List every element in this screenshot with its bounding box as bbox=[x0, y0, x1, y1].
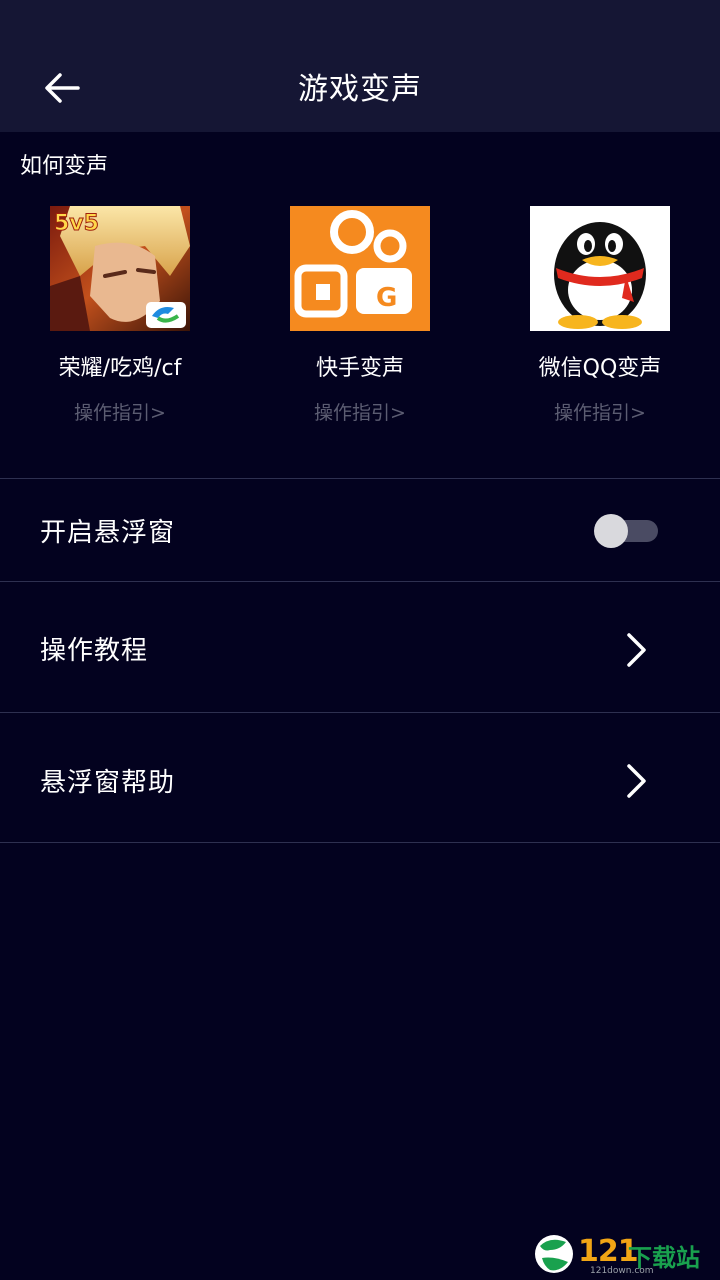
chevron-right-icon bbox=[620, 761, 652, 801]
top-bar: 游戏变声 bbox=[0, 0, 720, 132]
toggle-knob bbox=[594, 514, 628, 548]
guide-link[interactable]: 操作指引> bbox=[240, 398, 480, 425]
section-title-how: 如何变声 bbox=[20, 154, 109, 179]
divider bbox=[0, 581, 720, 582]
app-name: 荣耀/吃鸡/cf bbox=[58, 356, 182, 381]
divider bbox=[0, 712, 720, 713]
guide-link[interactable]: 操作指引> bbox=[480, 398, 720, 425]
site-watermark: 121 下载站 121down.com bbox=[532, 1232, 716, 1278]
app-name: 微信QQ变声 bbox=[538, 356, 662, 381]
app-name: 快手变声 bbox=[315, 356, 404, 381]
svg-text:5v5: 5v5 bbox=[54, 211, 99, 236]
globe-icon bbox=[535, 1235, 573, 1273]
kuaishou-icon: G bbox=[290, 206, 430, 331]
divider bbox=[0, 842, 720, 843]
honor-of-kings-icon: 5v5 bbox=[50, 206, 190, 331]
watermark-url: 121down.com bbox=[590, 1266, 654, 1276]
tutorial-row[interactable]: 操作教程 bbox=[0, 600, 720, 700]
guide-link[interactable]: 操作指引> bbox=[0, 398, 240, 425]
app-item-honor[interactable]: 5v5 荣耀/吃鸡/cf 操作指引> bbox=[0, 206, 240, 446]
page-title: 游戏变声 bbox=[298, 72, 422, 107]
chevron-right-icon bbox=[620, 630, 652, 670]
divider bbox=[0, 478, 720, 479]
app-list: 5v5 荣耀/吃鸡/cf 操作指引> G 快手变声 操作指引> 微信QQ变声 操… bbox=[0, 206, 720, 446]
tutorial-label: 操作教程 bbox=[40, 636, 149, 666]
float-window-toggle[interactable] bbox=[594, 514, 658, 548]
float-window-label: 开启悬浮窗 bbox=[40, 518, 176, 548]
svg-text:G: G bbox=[376, 283, 397, 313]
float-help-row[interactable]: 悬浮窗帮助 bbox=[0, 730, 720, 830]
app-item-kuaishou[interactable]: G 快手变声 操作指引> bbox=[240, 206, 480, 446]
app-item-qq[interactable]: 微信QQ变声 操作指引> bbox=[480, 206, 720, 446]
float-help-label: 悬浮窗帮助 bbox=[40, 768, 176, 798]
qq-penguin-icon bbox=[530, 206, 670, 331]
